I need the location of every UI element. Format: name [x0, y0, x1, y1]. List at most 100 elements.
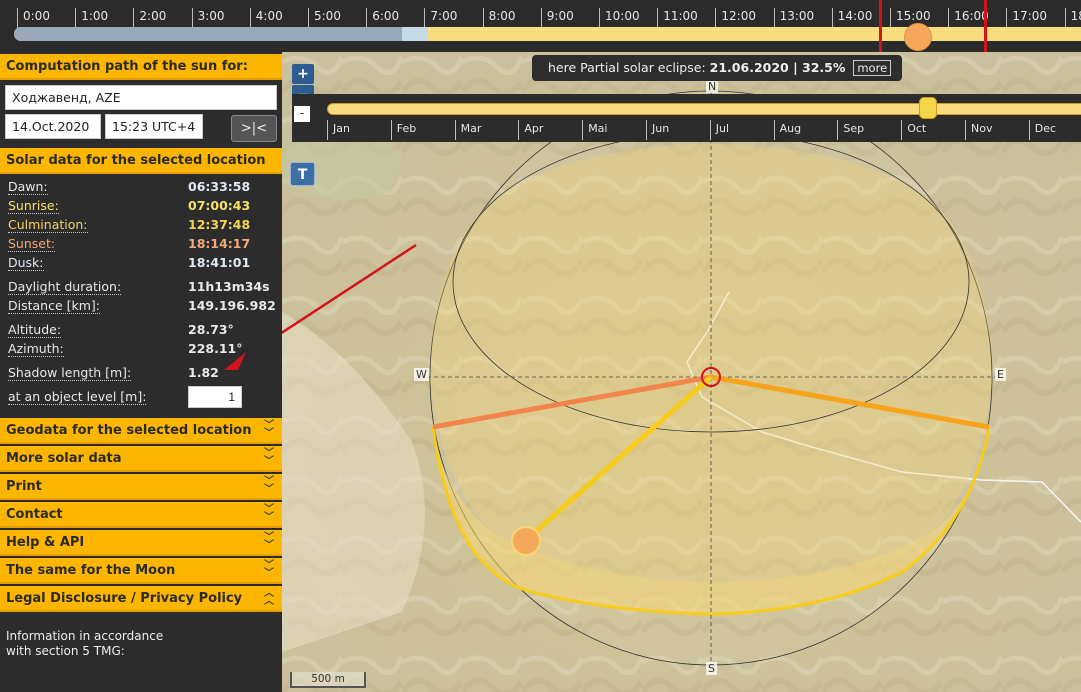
month-tick: Jan [327, 120, 350, 140]
month-slider-bar[interactable]: - Jan Feb Mar Apr Mai Jun Jul Aug Sep Oct Nov Dec [292, 94, 1081, 142]
annotation-arrowhead [224, 352, 246, 370]
solar-row-label[interactable]: Dawn: [8, 179, 48, 195]
accordion-contact[interactable]: Contact ﹀ ﹀ [0, 502, 282, 528]
sun-path-diagram [282, 52, 1081, 692]
month-track[interactable] [327, 103, 1081, 115]
hour-tick: 17:00 [1006, 8, 1047, 28]
solar-row-label[interactable]: Distance [km]: [8, 298, 101, 314]
solar-row-value: 18:14:17 [188, 236, 251, 251]
compass-west: W [414, 368, 429, 381]
solar-row-label[interactable]: Daylight duration: [8, 279, 122, 295]
hour-tick: 4:00 [249, 8, 283, 28]
month-tick: Sep [837, 120, 864, 140]
chevron-double-down-icon: ﹀ ﹀ [264, 504, 274, 523]
accordion-label: Contact [6, 507, 63, 522]
solar-row-label[interactable]: at an object level [m]: [8, 389, 147, 405]
chevron-double-down-icon: ﹀ ﹀ [264, 420, 274, 439]
accordion-label: Geodata for the selected location [6, 423, 252, 438]
sun-position-marker[interactable] [511, 526, 541, 556]
solar-row: Dawn: 06:33:58 [8, 179, 274, 197]
compass-south: S [706, 662, 717, 675]
info-line-2: with section 5 TMG: [6, 644, 125, 658]
hour-tick: 0:00 [17, 8, 50, 28]
month-tick: Feb [390, 120, 416, 140]
month-handle[interactable] [919, 97, 937, 119]
solar-row: Dusk: 18:41:01 [8, 255, 274, 273]
hour-tick: 13:00 [773, 8, 814, 28]
compass-north: N [706, 80, 719, 93]
time-input[interactable] [105, 114, 203, 139]
month-tick: Dec [1028, 120, 1056, 140]
accordion-geodata-for-the-selected-location[interactable]: Geodata for the selected location ﹀ ﹀ [0, 418, 282, 444]
scale-bar: 500 m [290, 672, 366, 688]
location-input[interactable] [5, 85, 277, 110]
hour-tick: 10:00 [599, 8, 640, 28]
accordion-legal-disclosure-privacy-policy[interactable]: Legal Disclosure / Privacy Policy ︿ ︿ [0, 586, 282, 612]
chevron-double-down-icon: ﹀ ﹀ [264, 476, 274, 495]
solar-row-value: 07:00:43 [188, 198, 251, 213]
reset-time-button[interactable]: >|< [231, 115, 277, 142]
hour-tick: 11:00 [657, 8, 698, 28]
accordion-label: Print [6, 479, 42, 494]
zoom-in-button[interactable]: + [292, 64, 314, 84]
accordion-help-api[interactable]: Help & API ﹀ ﹀ [0, 530, 282, 556]
solar-row-label[interactable]: Culmination: [8, 217, 88, 233]
solar-row-label[interactable]: Sunset: [8, 236, 56, 252]
hour-tick: 5:00 [308, 8, 341, 28]
accordion-print[interactable]: Print ﹀ ﹀ [0, 474, 282, 500]
solar-row-label[interactable]: Altitude: [8, 322, 62, 338]
solar-row-value: 1.82 [188, 365, 219, 380]
month-tick: Mar [454, 120, 481, 140]
accordion-label: More solar data [6, 451, 122, 466]
solar-row-value: 18:41:01 [188, 255, 251, 270]
accordion-the-same-for-the-moon[interactable]: The same for the Moon ﹀ ﹀ [0, 558, 282, 584]
solar-row-label[interactable]: Dusk: [8, 255, 44, 271]
solar-row: Culmination: 12:37:48 [8, 217, 274, 235]
accordion-label: The same for the Moon [6, 563, 176, 578]
hour-tick: 3:00 [191, 8, 225, 28]
solar-row-value: 11h13m34s [188, 279, 270, 294]
hour-tick: 2:00 [133, 8, 166, 28]
solar-row-value: 12:37:48 [188, 217, 251, 232]
solar-row: Daylight duration: 11h13m34s [8, 279, 274, 297]
month-minus-button[interactable]: - [294, 106, 310, 122]
object-level-input[interactable] [188, 386, 242, 408]
solar-row-value: 06:33:58 [188, 179, 251, 194]
solar-row: Sunset: 18:14:17 [8, 236, 274, 254]
solar-row-label[interactable]: Sunrise: [8, 198, 59, 214]
solar-row: Altitude: 28.73° [8, 322, 274, 340]
solar-row: Distance [km]: 149.196.982 [8, 298, 276, 316]
compass-east: E [995, 368, 1006, 381]
solar-row-label[interactable]: Shadow length [m]: [8, 365, 132, 381]
hour-tick: 7:00 [424, 8, 457, 28]
night-segment [14, 27, 402, 41]
month-tick: Nov [965, 120, 992, 140]
date-input[interactable] [5, 114, 101, 139]
chevron-double-down-icon: ﹀ ﹀ [264, 532, 274, 551]
hour-tick: 12:00 [715, 8, 756, 28]
solar-row-value: 28.73° [188, 322, 234, 337]
month-tick: Aug [773, 120, 801, 140]
map-view[interactable]: N S W E + − here Partial solar eclipse: … [282, 52, 1081, 692]
eclipse-prefix: here Partial solar eclipse: [548, 60, 706, 75]
info-line-1: Information in accordance [6, 629, 164, 643]
chevron-double-down-icon: ﹀ ﹀ [264, 448, 274, 467]
month-tick: Jul [709, 120, 729, 140]
legal-info-text: Information in accordance with section 5… [6, 629, 266, 659]
solar-row-value: 149.196.982 [188, 298, 276, 313]
month-tick: Oct [901, 120, 926, 140]
terrain-toggle-button[interactable]: T [290, 162, 315, 186]
accordion-label: Legal Disclosure / Privacy Policy [6, 591, 243, 606]
hour-tick: 6:00 [366, 8, 399, 28]
month-tick: Mai [582, 120, 607, 140]
solar-row: Sunrise: 07:00:43 [8, 198, 274, 216]
accordion-more-solar-data[interactable]: More solar data ﹀ ﹀ [0, 446, 282, 472]
path-heading: Computation path of the sun for: [0, 54, 282, 80]
eclipse-more-button[interactable]: more [853, 60, 892, 76]
solar-row-label[interactable]: Azimuth: [8, 341, 64, 357]
month-tick: Jun [646, 120, 669, 140]
hour-tick: 9:00 [540, 8, 574, 28]
eclipse-value: 21.06.2020 | 32.5% [709, 60, 846, 75]
hour-tick: 14:00 [831, 8, 872, 28]
dawn-segment [402, 27, 428, 41]
